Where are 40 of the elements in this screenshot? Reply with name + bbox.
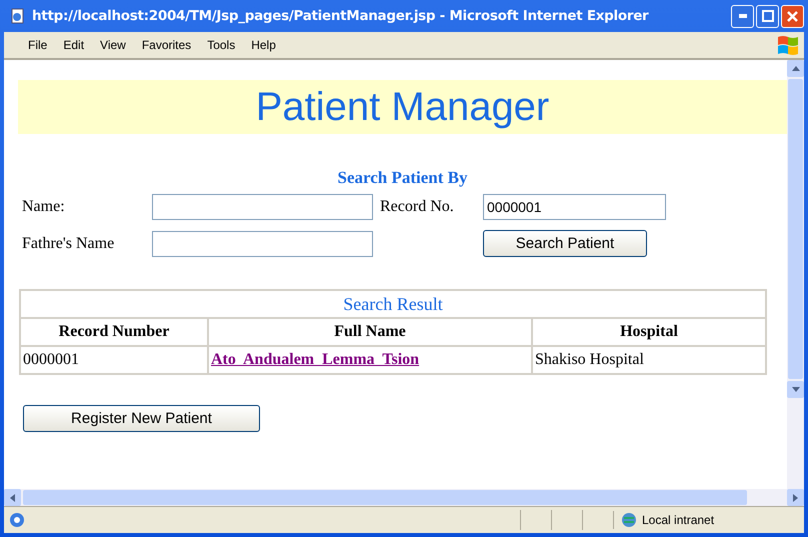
table-cell: Shakiso Hospital <box>532 346 766 374</box>
field-label: Record No. <box>379 198 455 216</box>
page-banner: Patient Manager <box>18 80 787 134</box>
column-header: Full Name <box>208 318 532 346</box>
menu-item[interactable]: Favorites <box>136 36 198 54</box>
left-arrow-icon <box>10 494 15 502</box>
input-field[interactable] <box>152 230 373 256</box>
menu-item[interactable]: Help <box>245 36 282 54</box>
field-label: Name: <box>22 198 66 216</box>
globe-icon <box>620 511 638 529</box>
up-arrow-icon <box>792 66 800 71</box>
page-icon <box>10 8 26 24</box>
input-field[interactable] <box>152 194 373 220</box>
down-arrow-icon <box>792 387 800 392</box>
menu-item[interactable]: View <box>94 36 132 54</box>
search-button[interactable]: Search Patient <box>483 230 647 257</box>
table-cell: 0000001 <box>20 346 208 374</box>
table-caption: Search Result <box>20 290 766 318</box>
input-field[interactable]: 0000001 <box>483 194 666 220</box>
close-icon <box>787 10 798 22</box>
column-header: Record Number <box>20 318 208 346</box>
minimize-icon <box>738 14 746 18</box>
minimize-button[interactable] <box>731 4 754 28</box>
register-button[interactable]: Register New Patient <box>23 405 260 432</box>
menu-item[interactable]: Tools <box>201 36 242 54</box>
menu-item[interactable]: Edit <box>57 36 90 54</box>
field-label: Fathre's Name <box>22 234 116 252</box>
maximize-button[interactable] <box>756 4 779 28</box>
zone-label: Local intranet <box>642 513 714 527</box>
maximize-icon <box>762 10 774 22</box>
window-title: http://localhost:2004/TM/Jsp_pages/PatientManager.jsp - Microsoft Internet Explorer <box>32 8 648 24</box>
page-icon <box>8 511 26 529</box>
right-arrow-icon <box>793 494 798 502</box>
horizontal-scrollbar[interactable] <box>4 489 804 506</box>
menu-item[interactable]: File <box>22 36 54 54</box>
vertical-scrollbar[interactable] <box>787 60 804 489</box>
section-heading: Search Patient By <box>336 168 468 188</box>
close-button[interactable] <box>781 4 804 28</box>
flag-logo-icon <box>776 34 800 56</box>
column-header: Hospital <box>532 318 766 346</box>
